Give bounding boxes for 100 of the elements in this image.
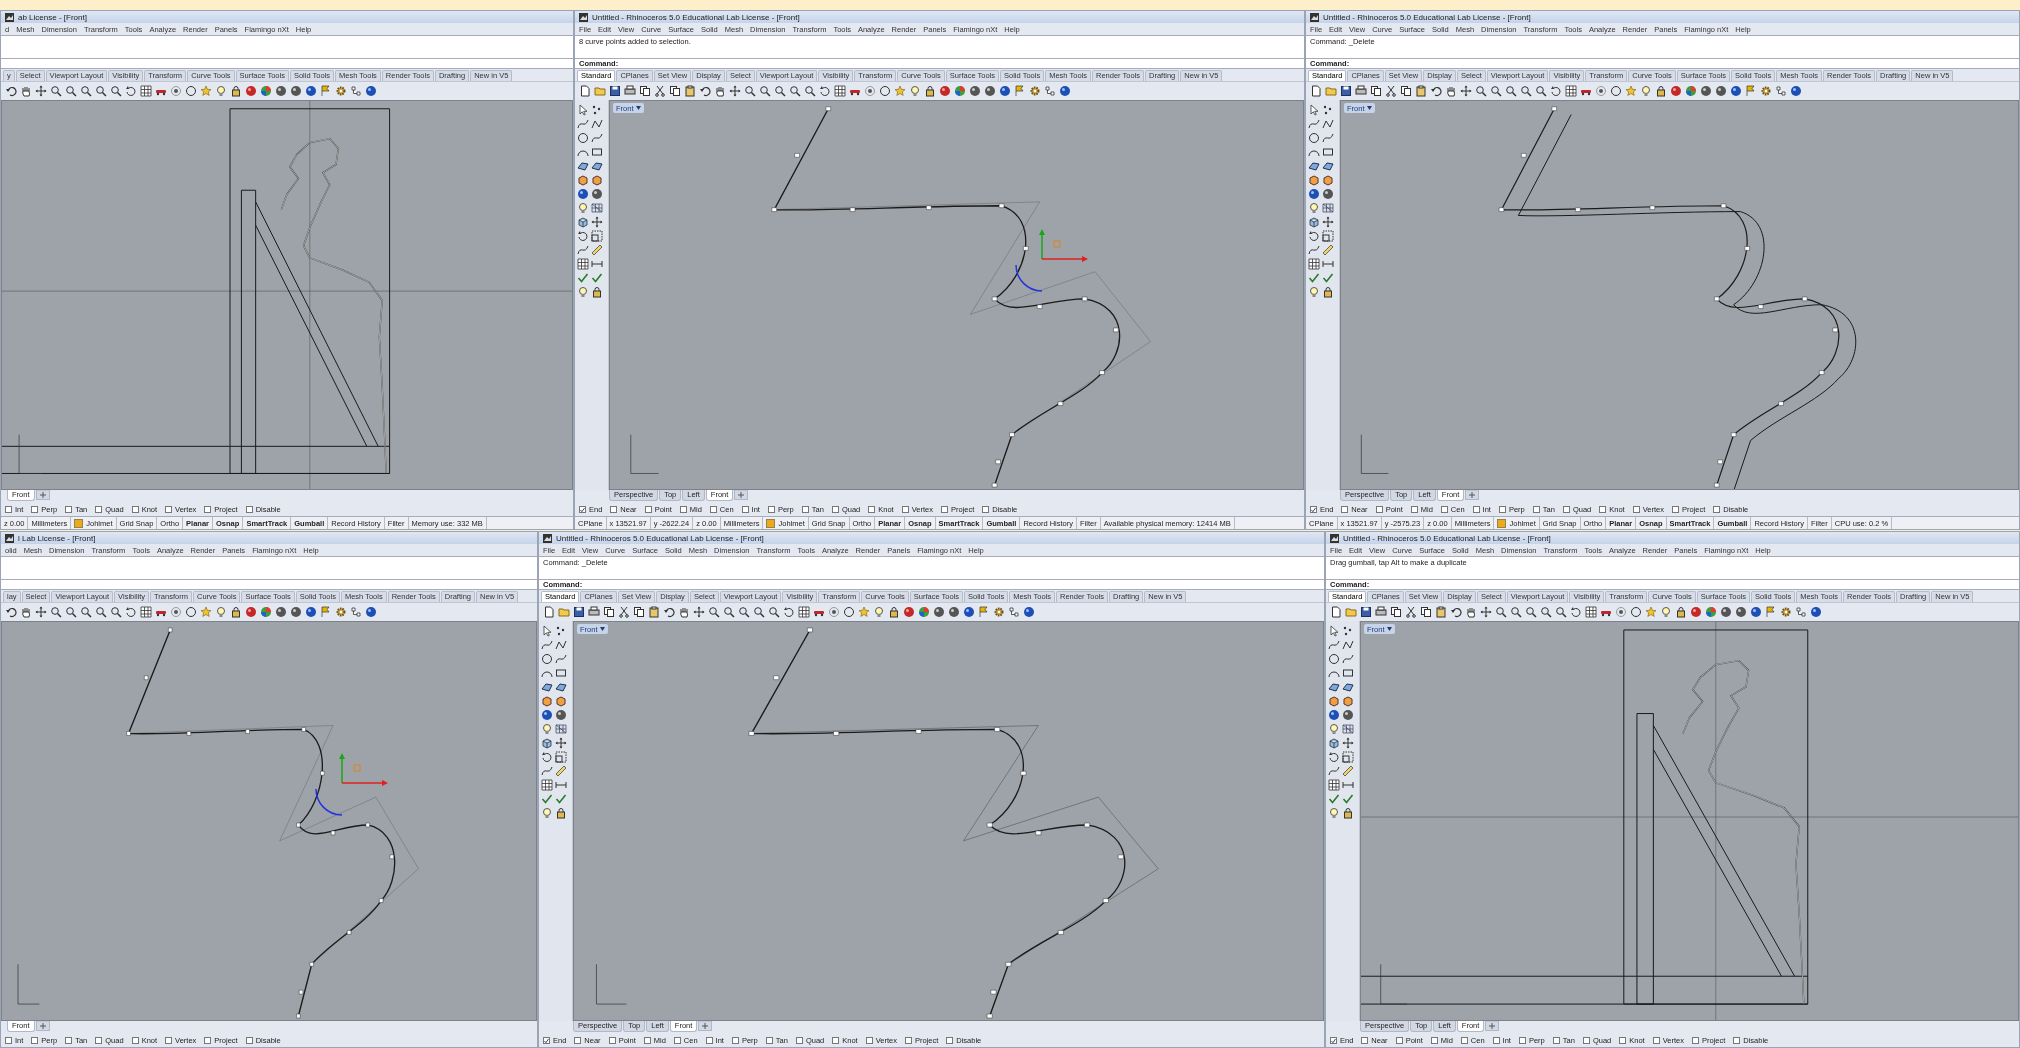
printer-icon[interactable] [1355,85,1367,97]
circle-icon[interactable] [185,606,197,618]
circle-icon[interactable] [541,653,553,665]
cursor-icon[interactable] [541,625,553,637]
sphere-icon[interactable] [933,606,945,618]
move-icon[interactable] [555,737,567,749]
checkbox[interactable] [1410,506,1418,513]
move-icon[interactable] [1322,216,1334,228]
checkbox[interactable] [95,506,103,513]
document-icon[interactable] [1330,606,1342,618]
checkbox[interactable] [1310,506,1317,513]
checkbox[interactable] [65,1037,73,1044]
scale-icon[interactable] [555,751,567,763]
points-icon[interactable] [1322,104,1334,116]
checkbox[interactable] [1691,1037,1699,1044]
copy-icon[interactable] [603,606,615,618]
cursor-icon[interactable] [577,104,589,116]
sphere-icon[interactable] [999,85,1011,97]
circle-icon[interactable] [1610,85,1622,97]
move-icon[interactable] [1460,85,1472,97]
box-icon[interactable] [1322,174,1334,186]
lock-icon[interactable] [555,807,567,819]
magnifier-icon[interactable] [804,85,816,97]
scissors-icon[interactable] [1385,85,1397,97]
star-icon[interactable] [858,606,870,618]
checkbox[interactable] [1375,506,1383,513]
sphere-icon[interactable] [1322,188,1334,200]
checkbox[interactable] [1492,1037,1500,1044]
move-icon[interactable] [1342,737,1354,749]
magnifier-icon[interactable] [768,606,780,618]
bulb-icon[interactable] [873,606,885,618]
gear-icon[interactable] [1029,85,1041,97]
document-icon[interactable] [1310,85,1322,97]
checkbox[interactable] [801,506,809,513]
scale-icon[interactable] [1342,751,1354,763]
surface-icon[interactable] [1308,160,1320,172]
curve-icon[interactable] [541,639,553,651]
polyline-icon[interactable] [1342,639,1354,651]
circle-icon[interactable] [1328,653,1340,665]
bulb-icon[interactable] [541,807,553,819]
sphere-icon[interactable] [305,606,317,618]
checkbox[interactable] [831,506,839,513]
checkbox[interactable] [1330,1037,1337,1044]
document-icon[interactable] [543,606,555,618]
curve-icon[interactable] [591,132,603,144]
checkbox[interactable] [165,1037,173,1044]
add-tab-icon[interactable] [35,490,50,500]
magnifier-icon[interactable] [1505,85,1517,97]
clipboard-icon[interactable] [1415,85,1427,97]
sphere-icon[interactable] [1700,85,1712,97]
checkbox[interactable] [832,1037,840,1044]
add-tab-icon[interactable] [1485,1021,1500,1031]
sphere-icon[interactable] [1810,606,1822,618]
points-icon[interactable] [1342,625,1354,637]
checkmark-icon[interactable] [555,793,567,805]
bulb-icon[interactable] [541,723,553,735]
hierarchy-icon[interactable] [1775,85,1787,97]
undo-icon[interactable] [5,606,17,618]
sphere-icon[interactable] [1715,85,1727,97]
points-icon[interactable] [591,104,603,116]
checkmark-icon[interactable] [1328,793,1340,805]
curve-icon[interactable] [1308,118,1320,130]
sphere-icon[interactable] [1059,85,1071,97]
checkbox[interactable] [1518,1037,1526,1044]
star-icon[interactable] [200,606,212,618]
sphere-icon[interactable] [290,85,302,97]
sphere-icon[interactable] [260,85,272,97]
polyline-icon[interactable] [1322,118,1334,130]
sphere-icon[interactable] [290,606,302,618]
copy-icon[interactable] [669,85,681,97]
sphere-icon[interactable] [365,606,377,618]
checkbox[interactable] [1440,506,1448,513]
sphere-icon[interactable] [903,606,915,618]
copy-icon[interactable] [1390,606,1402,618]
rotate-icon[interactable] [125,85,137,97]
save-icon[interactable] [1340,85,1352,97]
grid-icon[interactable] [1328,779,1340,791]
checkbox[interactable] [165,506,173,513]
bulb-icon[interactable] [215,606,227,618]
checkbox[interactable] [95,1037,103,1044]
magnifier-icon[interactable] [1540,606,1552,618]
bulb-icon[interactable] [577,286,589,298]
checkbox[interactable] [1619,1037,1627,1044]
clipboard-icon[interactable] [684,85,696,97]
checkbox[interactable] [1582,1037,1590,1044]
point-icon[interactable] [170,606,182,618]
sphere-icon[interactable] [939,85,951,97]
sphere-icon[interactable] [541,709,553,721]
lock-icon[interactable] [1675,606,1687,618]
circle-icon[interactable] [1308,132,1320,144]
checkbox[interactable] [741,506,749,513]
box-icon[interactable] [1328,695,1340,707]
checkmark-icon[interactable] [541,793,553,805]
surface-icon[interactable] [1328,681,1340,693]
lock-icon[interactable] [888,606,900,618]
rotate-icon[interactable] [783,606,795,618]
checkbox[interactable] [5,1037,12,1044]
star-icon[interactable] [200,85,212,97]
move-icon[interactable] [35,85,47,97]
hand-icon[interactable] [678,606,690,618]
